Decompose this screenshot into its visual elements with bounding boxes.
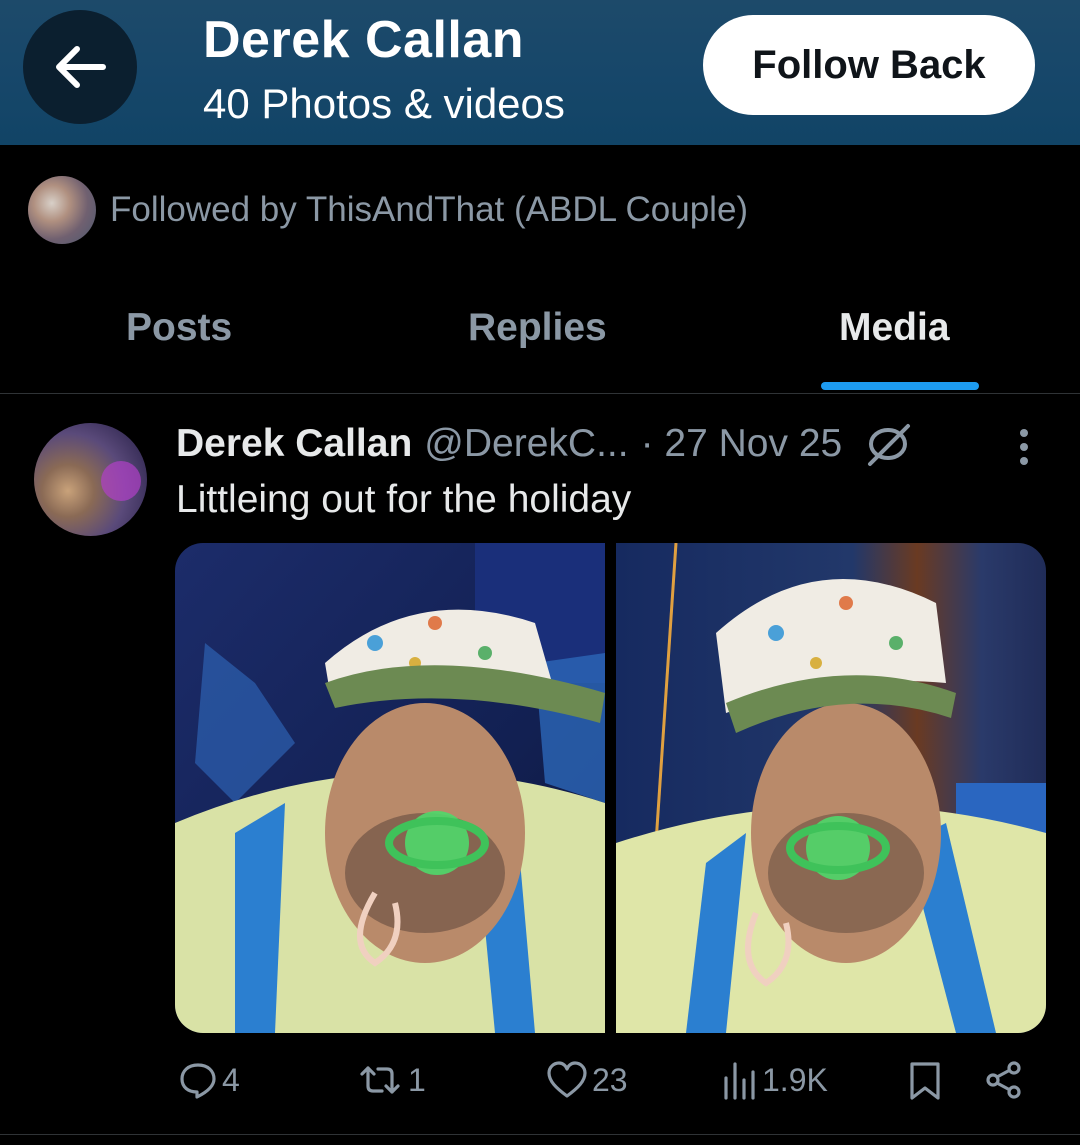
reply-count: 4: [222, 1061, 240, 1098]
post-photo-1[interactable]: [175, 543, 605, 1033]
post[interactable]: Derek Callan @DerekC... · 27 Nov 25 Litt…: [0, 395, 1080, 1135]
post-meta: Derek Callan @DerekC... · 27 Nov 25: [176, 420, 912, 468]
post-date[interactable]: · 27 Nov 25: [641, 422, 843, 466]
active-tab-indicator: [821, 382, 979, 390]
back-button[interactable]: [23, 10, 137, 124]
view-count: 1.9K: [762, 1061, 828, 1098]
followed-by-row[interactable]: Followed by ThisAndThat (ABDL Couple): [28, 176, 748, 244]
post-actions: 4 1 23 1.9K: [0, 1060, 1080, 1110]
like-button[interactable]: 23: [546, 1060, 628, 1100]
tab-replies[interactable]: Replies: [468, 306, 607, 350]
post-author-handle[interactable]: @DerekC...: [424, 422, 628, 466]
post-media: [175, 543, 1046, 1033]
share-icon: [986, 1061, 1021, 1099]
follower-avatar: [28, 176, 96, 244]
more-options-icon[interactable]: [1012, 427, 1036, 472]
heart-icon: [547, 1061, 587, 1098]
reply-icon: [180, 1063, 216, 1099]
views-button[interactable]: 1.9K: [722, 1060, 828, 1100]
post-photo-2[interactable]: [616, 543, 1046, 1033]
share-button[interactable]: [984, 1060, 1024, 1100]
repost-icon: [360, 1066, 400, 1094]
avatar[interactable]: [34, 423, 147, 536]
like-count: 23: [592, 1061, 628, 1098]
post-author-name[interactable]: Derek Callan: [176, 422, 412, 466]
muted-conversation-icon: [864, 420, 912, 468]
follow-back-button[interactable]: Follow Back: [703, 15, 1035, 115]
tab-media[interactable]: Media: [839, 306, 950, 350]
bookmark-button[interactable]: [906, 1060, 944, 1102]
followed-by-text: Followed by ThisAndThat (ABDL Couple): [110, 190, 749, 229]
profile-header: Derek Callan 40 Photos & videos Follow B…: [0, 0, 1080, 145]
bookmark-icon: [910, 1062, 940, 1100]
reply-button[interactable]: 4: [178, 1060, 240, 1100]
repost-button[interactable]: 1: [356, 1060, 426, 1100]
header-subtitle: 40 Photos & videos: [203, 80, 565, 127]
header-title: Derek Callan: [203, 11, 525, 69]
tab-posts[interactable]: Posts: [126, 306, 232, 350]
arrow-left-icon: [56, 46, 106, 88]
repost-count: 1: [408, 1061, 426, 1098]
post-text: Littleing out for the holiday: [176, 478, 632, 521]
bar-chart-icon: [724, 1062, 755, 1100]
profile-tabs: Posts Replies Media: [0, 270, 1080, 394]
